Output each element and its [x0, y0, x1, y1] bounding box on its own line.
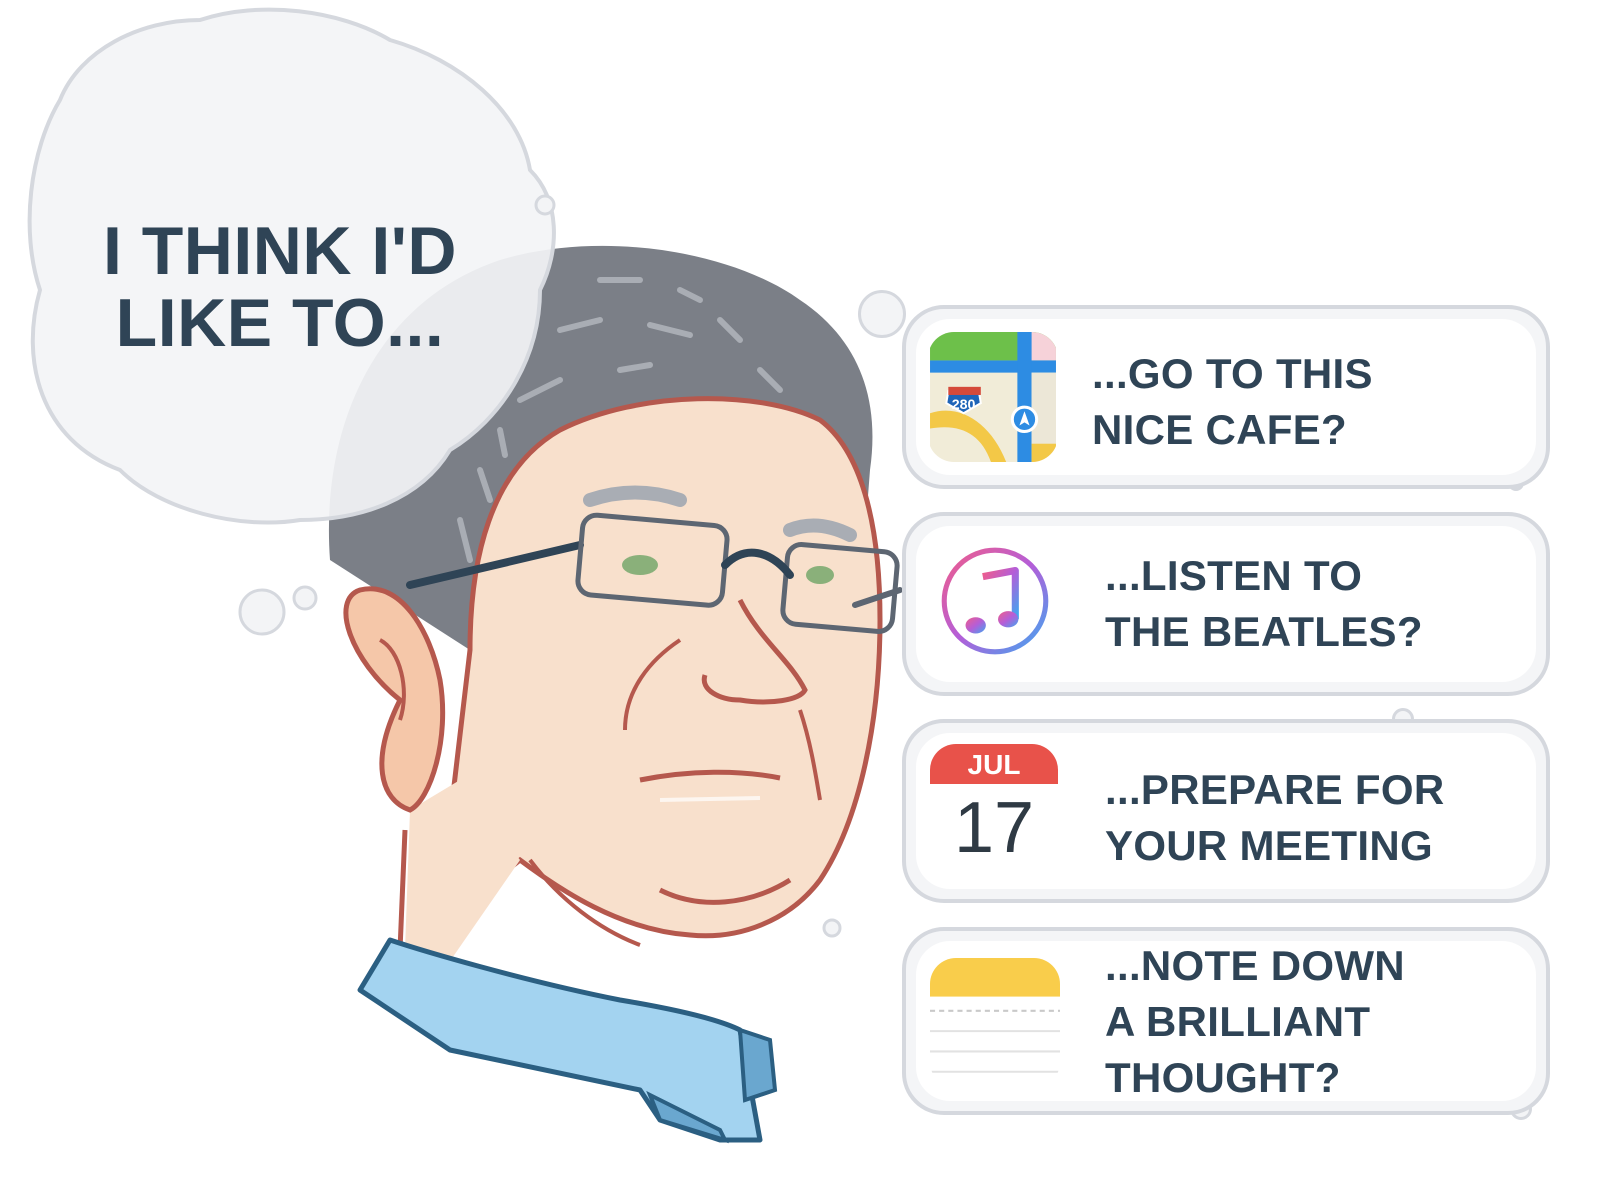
option-line: ...PREPARE FOR: [1105, 766, 1445, 813]
highway-badge-text: 280: [952, 397, 976, 413]
option-text-cafe: ...GO TO THIS NICE CAFE?: [1092, 346, 1373, 458]
notes-icon: [930, 958, 1060, 1088]
illustration-stage: I THINK I'D LIKE TO... 280 ...GO TO THIS…: [0, 0, 1600, 1200]
option-line: A BRILLIANT: [1105, 998, 1371, 1045]
maps-icon: 280: [930, 332, 1056, 462]
option-line: ...GO TO THIS: [1092, 350, 1373, 397]
option-text-beatles: ...LISTEN TO THE BEATLES?: [1105, 548, 1423, 660]
option-line: ...LISTEN TO: [1105, 552, 1363, 599]
option-text-meeting: ...PREPARE FOR YOUR MEETING: [1105, 762, 1444, 874]
option-text-note: ...NOTE DOWN A BRILLIANT THOUGHT?: [1105, 938, 1405, 1106]
option-line: YOUR MEETING: [1105, 822, 1433, 869]
calendar-day: 17: [953, 788, 1035, 868]
calendar-month-bar: JUL: [930, 744, 1058, 784]
music-icon: [930, 536, 1060, 666]
small-bubble: [858, 290, 906, 338]
option-line: THE BEATLES?: [1105, 608, 1423, 655]
calendar-icon: JUL 17: [930, 744, 1058, 872]
option-line: ...NOTE DOWN: [1105, 942, 1405, 989]
thought-line-1: I THINK I'D: [102, 213, 458, 289]
option-line: THOUGHT?: [1105, 1054, 1341, 1101]
option-line: NICE CAFE?: [1092, 406, 1347, 453]
thought-heading: I THINK I'D LIKE TO...: [60, 215, 500, 359]
thought-line-2: LIKE TO...: [115, 285, 445, 361]
